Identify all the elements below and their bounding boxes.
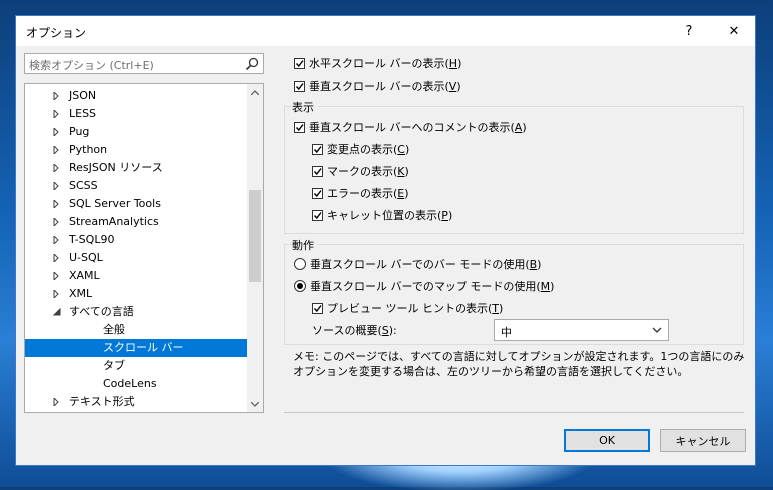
tree-item-label: StreamAnalytics	[69, 215, 159, 228]
options-tree[interactable]: デバッグ テキスト形式 CodeLens タブ スクロール バー全般 すべての言語 XML X…	[24, 83, 264, 413]
errors-checkbox[interactable]: エラーの表示(E)	[312, 185, 409, 201]
tree-item[interactable]: 全般	[25, 321, 247, 339]
tree-item-label: CodeLens	[103, 377, 157, 390]
collapsed-arrow-icon[interactable]	[53, 398, 61, 406]
tree-item-label: Python	[69, 143, 108, 156]
map-mode-radio[interactable]: 垂直スクロール バーでのマップ モードの使用(M)	[294, 278, 554, 294]
annotations-checkbox[interactable]: 垂直スクロール バーへのコメントの表示(A)	[294, 119, 527, 135]
checkbox-box[interactable]	[294, 57, 305, 69]
collapsed-arrow-icon[interactable]	[53, 200, 61, 208]
title-bar: オプション ? ✕	[16, 16, 755, 46]
marks-checkbox[interactable]: マークの表示(K)	[312, 163, 409, 179]
tree-item[interactable]: SCSS	[25, 177, 247, 195]
tree-item[interactable]: すべての言語	[25, 303, 247, 321]
expanded-arrow-icon[interactable]	[53, 308, 61, 316]
tree-item[interactable]: スクロール バー	[25, 339, 247, 357]
tree-item-label: スクロール バー	[103, 341, 184, 354]
scroll-up-button[interactable]	[247, 84, 263, 100]
tree-item[interactable]: タブ	[25, 357, 247, 375]
search-icon	[245, 57, 259, 71]
tree-item-label: SCSS	[69, 179, 98, 192]
checkbox-box[interactable]	[312, 187, 323, 199]
scroll-down-button[interactable]	[247, 396, 263, 412]
window-title: オプション	[26, 26, 87, 40]
tree-item[interactable]: SQL Server Tools	[25, 195, 247, 213]
horizontal-scrollbar-checkbox[interactable]: 水平スクロール バーの表示(H)	[294, 55, 461, 71]
help-button[interactable]: ?	[666, 16, 712, 46]
tree-item[interactable]: Python	[25, 141, 247, 159]
help-icon: ?	[685, 23, 693, 39]
tree-item-label: Pug	[69, 125, 90, 138]
tree-item-label: デバッグ	[51, 411, 95, 412]
preview-tooltip-checkbox[interactable]: プレビュー ツール ヒントの表示(T)	[312, 300, 503, 316]
tree-item[interactable]: テキスト形式	[25, 393, 247, 411]
tree-item-label: XAML	[69, 269, 100, 282]
close-icon: ✕	[728, 23, 740, 39]
tree-item-label: タブ	[103, 359, 125, 372]
divider	[284, 412, 744, 413]
caret-checkbox[interactable]: キャレット位置の表示(P)	[312, 207, 452, 223]
tree-item-label: T-SQL90	[69, 233, 115, 246]
tree-item[interactable]: XAML	[25, 267, 247, 285]
scroll-thumb[interactable]	[249, 190, 261, 282]
checkbox-box[interactable]	[312, 165, 323, 177]
tree-item-label: 全般	[103, 323, 125, 336]
tree-scrollbar[interactable]	[247, 84, 263, 412]
collapsed-arrow-icon[interactable]	[53, 128, 61, 136]
tree-item[interactable]: LESS	[25, 105, 247, 123]
checkbox-box[interactable]	[312, 209, 323, 221]
tree-item[interactable]: ResJSON リソース	[25, 159, 247, 177]
tree-item-label: ResJSON リソース	[69, 161, 163, 174]
tree-item-label: U-SQL	[69, 251, 103, 264]
collapsed-arrow-icon[interactable]	[53, 92, 61, 100]
tree-item-label: JSON	[69, 89, 97, 102]
checkbox-box[interactable]	[294, 80, 305, 92]
search-placeholder: 検索オプション (Ctrl+E)	[29, 59, 154, 72]
source-overview-label: ソースの概要(S):	[312, 323, 397, 338]
tree-item[interactable]: U-SQL	[25, 249, 247, 267]
collapsed-arrow-icon[interactable]	[53, 272, 61, 280]
cancel-button[interactable]: キャンセル	[660, 429, 746, 452]
tree-item-label: すべての言語	[69, 305, 134, 318]
tree-item-label: XML	[69, 287, 93, 300]
tree-item[interactable]: デバッグ	[25, 411, 247, 412]
collapsed-arrow-icon[interactable]	[53, 218, 61, 226]
collapsed-arrow-icon[interactable]	[53, 254, 61, 262]
tree-item-label: テキスト形式	[69, 395, 135, 408]
checkbox-box[interactable]	[312, 143, 323, 155]
collapsed-arrow-icon[interactable]	[53, 164, 61, 172]
display-group-label: 表示	[292, 99, 318, 115]
tree-item-label: SQL Server Tools	[69, 197, 161, 210]
options-dialog: オプション ? ✕ 検索オプション (Ctrl+E) デバッグ テキスト形式 Cod…	[15, 15, 756, 466]
options-note: メモ: このページでは、すべての言語に対してオプションが設定されます。1つの言語…	[293, 350, 745, 378]
radio-button[interactable]	[294, 258, 306, 270]
collapsed-arrow-icon[interactable]	[53, 110, 61, 118]
chevron-down-icon	[652, 327, 662, 333]
search-input[interactable]: 検索オプション (Ctrl+E)	[24, 53, 264, 74]
tree-item[interactable]: T-SQL90	[25, 231, 247, 249]
chevron-up-icon	[251, 89, 259, 95]
radio-button-selected[interactable]	[294, 280, 306, 292]
changes-checkbox[interactable]: 変更点の表示(C)	[312, 141, 409, 157]
collapsed-arrow-icon[interactable]	[53, 236, 61, 244]
tree-item-label: LESS	[69, 107, 97, 120]
tree-item[interactable]: Pug	[25, 123, 247, 141]
tree-item[interactable]: CodeLens	[25, 375, 247, 393]
chevron-down-icon	[251, 401, 259, 407]
collapsed-arrow-icon[interactable]	[53, 146, 61, 154]
source-overview-value: 中	[501, 326, 512, 339]
close-button[interactable]: ✕	[711, 16, 757, 46]
vertical-scrollbar-checkbox[interactable]: 垂直スクロール バーの表示(V)	[294, 78, 461, 94]
tree-item[interactable]: JSON	[25, 87, 247, 105]
source-overview-select[interactable]: 中	[494, 319, 669, 341]
checkbox-box[interactable]	[294, 121, 305, 133]
tree-item[interactable]: XML	[25, 285, 247, 303]
collapsed-arrow-icon[interactable]	[53, 182, 61, 190]
collapsed-arrow-icon[interactable]	[53, 290, 61, 298]
bar-mode-radio[interactable]: 垂直スクロール バーでのバー モードの使用(B)	[294, 256, 541, 272]
ok-button[interactable]: OK	[564, 429, 650, 452]
checkbox-box[interactable]	[312, 302, 323, 314]
behavior-group-label: 動作	[292, 237, 318, 253]
tree-item[interactable]: StreamAnalytics	[25, 213, 247, 231]
